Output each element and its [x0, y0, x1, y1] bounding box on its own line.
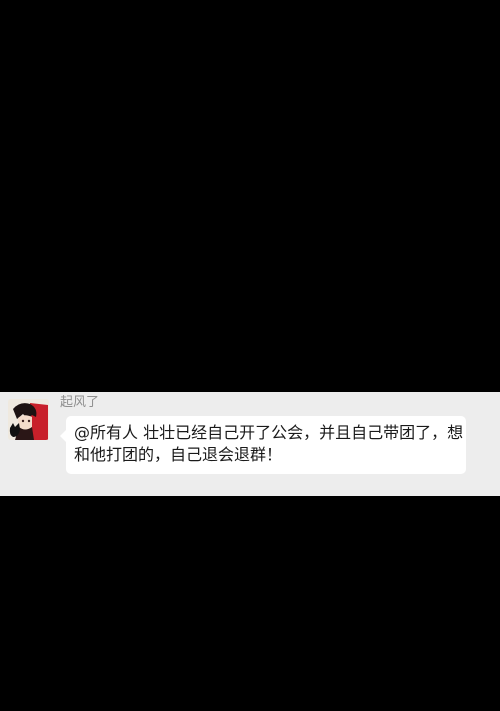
message-bubble[interactable]: @所有人 壮壮已经自己开了公会，并且自己带团了，想和他打团的，自己退会退群！	[60, 416, 466, 474]
sender-name: 起风了	[60, 395, 100, 410]
message-text: @所有人 壮壮已经自己开了公会，并且自己带团了，想和他打团的，自己退会退群！	[74, 423, 464, 464]
anime-character-avatar-icon	[8, 399, 49, 440]
next-sender-name-partial	[60, 489, 150, 496]
sender-avatar[interactable]	[8, 399, 49, 440]
chat-message-row: 起风了 @所有人 壮壮已经自己开了公会，并且自己带团了，想和他打团的，自己退会退…	[0, 392, 500, 496]
